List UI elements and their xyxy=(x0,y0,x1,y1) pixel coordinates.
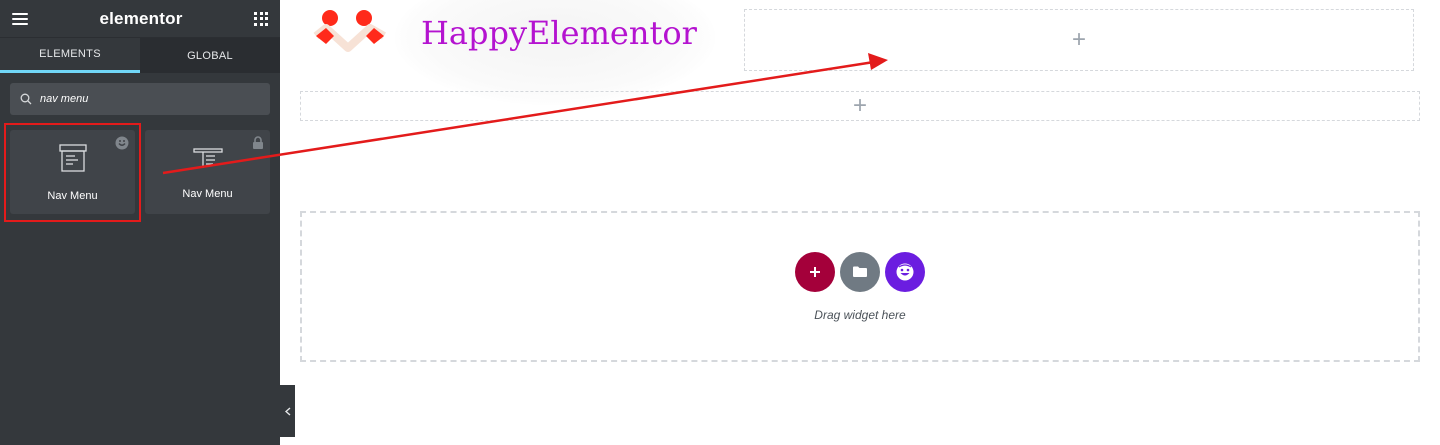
add-section-buttons xyxy=(795,251,925,292)
editor-root: elementor ELEMENTS GLOBAL nav menu Nav M… xyxy=(0,0,1440,445)
menu-icon[interactable] xyxy=(12,12,28,25)
search-icon xyxy=(20,93,32,105)
annotation-highlight-box xyxy=(4,123,141,222)
happy-templates-button[interactable] xyxy=(885,251,925,292)
drop-zone: Drag widget here xyxy=(300,211,1420,362)
nav-menu-pro-icon xyxy=(192,148,223,168)
chevron-left-icon xyxy=(284,406,290,416)
plus-icon xyxy=(810,266,820,277)
happy-face-icon xyxy=(896,263,914,280)
panel-header: elementor xyxy=(0,0,280,38)
brand-logo: elementor xyxy=(99,8,183,28)
empty-column: + xyxy=(744,9,1414,71)
panel-tabs: ELEMENTS GLOBAL xyxy=(0,38,280,73)
widget-label: Nav Menu xyxy=(182,188,233,200)
add-new-section-button[interactable] xyxy=(795,251,835,292)
tab-elements[interactable]: ELEMENTS xyxy=(0,38,140,73)
add-template-button[interactable] xyxy=(840,251,880,292)
elementor-panel: elementor ELEMENTS GLOBAL nav menu Nav M… xyxy=(0,0,280,445)
widget-search xyxy=(10,83,270,115)
widget-nav-menu-pro[interactable]: Nav Menu xyxy=(145,130,270,214)
tab-global[interactable]: GLOBAL xyxy=(140,38,280,73)
drop-hint-text: Drag widget here xyxy=(814,307,906,322)
add-element-plus-icon[interactable]: + xyxy=(1072,28,1086,52)
panel-collapse-toggle[interactable] xyxy=(280,385,295,437)
search-input[interactable] xyxy=(40,93,260,105)
happy-elementor-logo-icon xyxy=(313,10,386,52)
widgets-grid-icon[interactable] xyxy=(254,11,268,26)
lock-icon xyxy=(253,136,263,149)
folder-icon xyxy=(853,266,867,277)
add-row-bar: + xyxy=(300,91,1420,121)
logo-text: HappyElementor xyxy=(421,14,697,52)
add-section-plus-icon[interactable]: + xyxy=(853,94,867,118)
